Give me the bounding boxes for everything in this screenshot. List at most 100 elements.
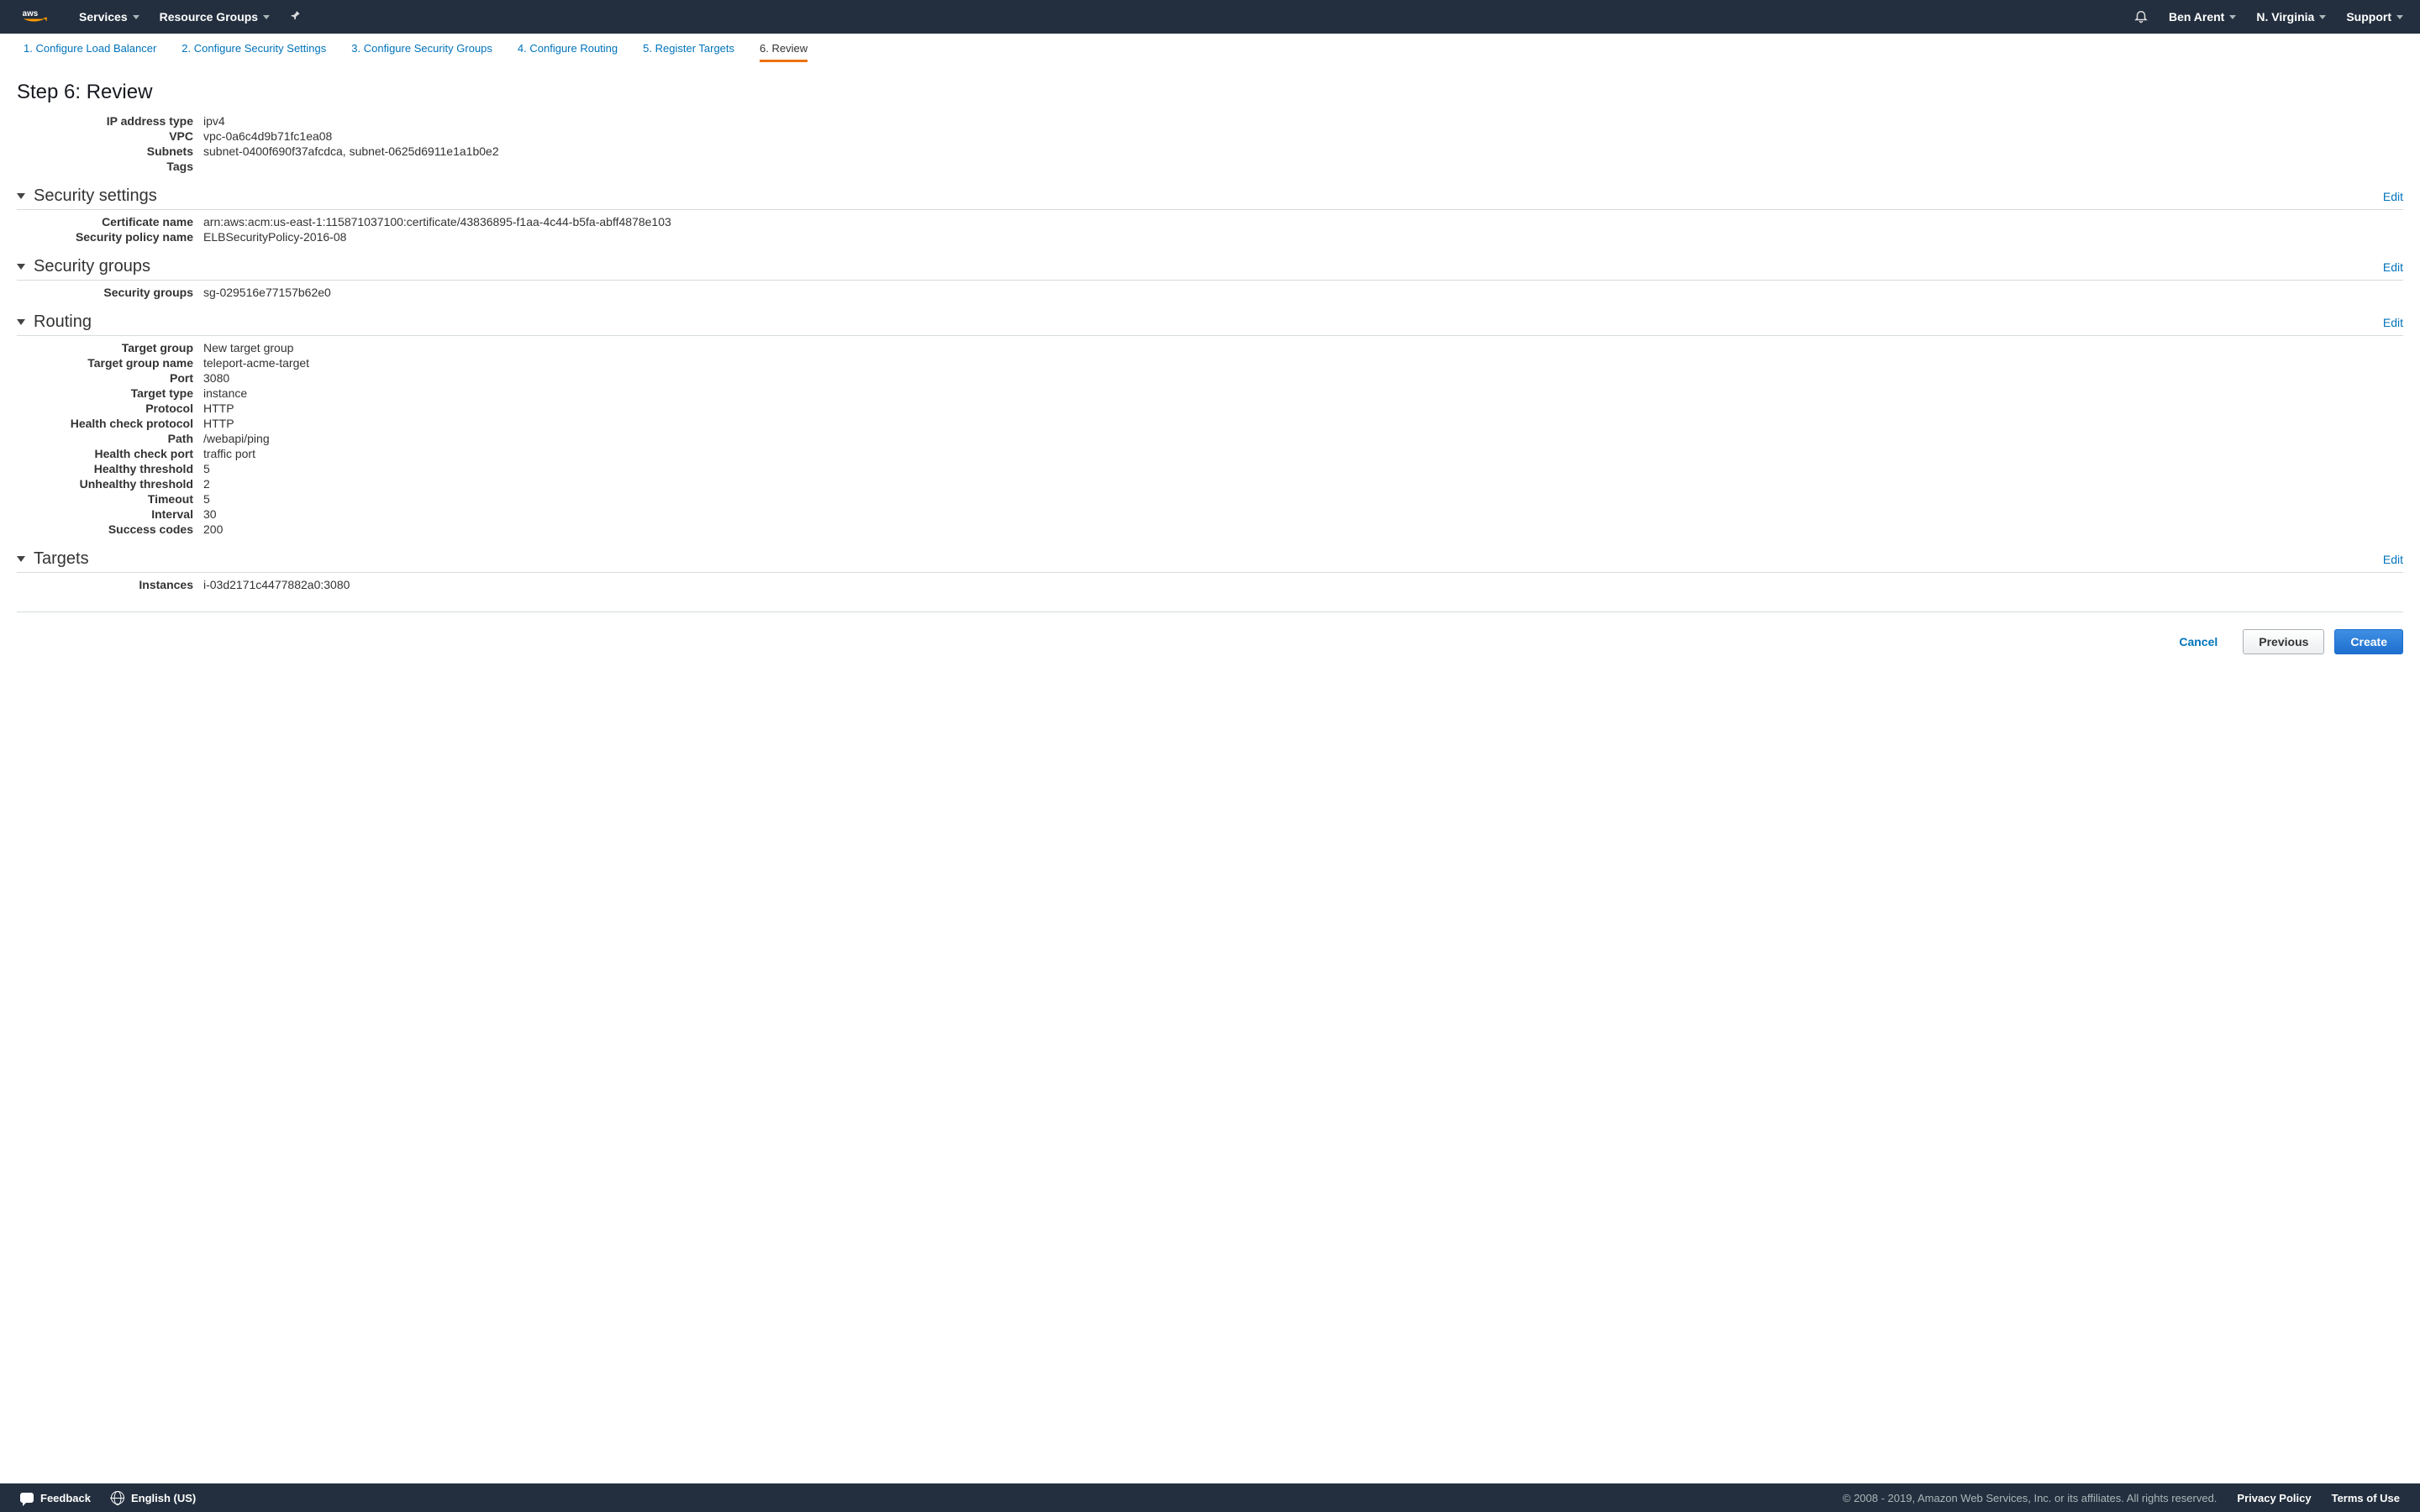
basic-config: IP address type ipv4 VPC vpc-0a6c4d9b71f… [17, 109, 2403, 173]
interval-label: Interval [17, 507, 197, 521]
cancel-button[interactable]: Cancel [2164, 629, 2233, 654]
step-1[interactable]: 1. Configure Load Balancer [24, 42, 156, 62]
step-5[interactable]: 5. Register Targets [643, 42, 734, 62]
step-2[interactable]: 2. Configure Security Settings [182, 42, 326, 62]
caret-down-icon [2319, 15, 2326, 19]
health-check-port-value: traffic port [203, 447, 2403, 460]
security-groups-label: Security groups [17, 286, 197, 299]
healthy-threshold-label: Healthy threshold [17, 462, 197, 475]
target-group-name-label: Target group name [17, 356, 197, 370]
section-title: Security groups [34, 257, 150, 276]
nav-region[interactable]: N. Virginia [2256, 10, 2326, 24]
path-value: /webapi/ping [203, 432, 2403, 445]
tags-label: Tags [17, 160, 197, 173]
caret-down-icon [2229, 15, 2236, 19]
section-targets: Targets Edit Instances i-03d2171c4477882… [17, 549, 2403, 591]
healthy-threshold-value: 5 [203, 462, 2403, 475]
vpc-value: vpc-0a6c4d9b71fc1ea08 [203, 129, 2403, 143]
step-4[interactable]: 4. Configure Routing [518, 42, 618, 62]
section-header-routing[interactable]: Routing Edit [17, 312, 2403, 336]
ip-address-type-value: ipv4 [203, 114, 2403, 128]
wizard-actions: Cancel Previous Create [17, 612, 2403, 654]
speech-bubble-icon [20, 1493, 34, 1503]
copyright-text: © 2008 - 2019, Amazon Web Services, Inc.… [1843, 1492, 2217, 1504]
nav-support-label: Support [2346, 10, 2391, 24]
privacy-policy-link[interactable]: Privacy Policy [2237, 1492, 2311, 1504]
tags-value [203, 160, 2403, 173]
feedback-label: Feedback [40, 1492, 91, 1504]
health-check-port-label: Health check port [17, 447, 197, 460]
edit-routing-link[interactable]: Edit [2383, 316, 2403, 329]
globe-icon [111, 1491, 124, 1504]
section-security-settings: Security settings Edit Certificate name … [17, 186, 2403, 244]
language-label: English (US) [131, 1492, 196, 1504]
instances-value: i-03d2171c4477882a0:3080 [203, 578, 2403, 591]
pin-icon[interactable] [290, 10, 302, 24]
nav-region-label: N. Virginia [2256, 10, 2314, 24]
instances-label: Instances [17, 578, 197, 591]
ip-address-type-label: IP address type [17, 114, 197, 128]
section-title: Security settings [34, 186, 157, 206]
nav-support[interactable]: Support [2346, 10, 2403, 24]
nav-user-label: Ben Arent [2169, 10, 2224, 24]
certificate-name-value: arn:aws:acm:us-east-1:115871037100:certi… [203, 215, 2403, 228]
section-header-security-groups[interactable]: Security groups Edit [17, 257, 2403, 281]
section-title: Routing [34, 312, 92, 332]
edit-security-groups-link[interactable]: Edit [2383, 260, 2403, 274]
path-label: Path [17, 432, 197, 445]
section-header-security-settings[interactable]: Security settings Edit [17, 186, 2403, 210]
collapse-icon [17, 193, 25, 199]
nav-resource-groups-label: Resource Groups [160, 10, 258, 24]
protocol-value: HTTP [203, 402, 2403, 415]
caret-down-icon [263, 15, 270, 19]
subnets-label: Subnets [17, 144, 197, 158]
subnets-value: subnet-0400f690f37afcdca, subnet-0625d69… [203, 144, 2403, 158]
footer: Feedback English (US) © 2008 - 2019, Ama… [0, 1483, 2420, 1512]
page-title: Step 6: Review [17, 81, 2403, 104]
certificate-name-label: Certificate name [17, 215, 197, 228]
nav-services[interactable]: Services [79, 10, 139, 24]
protocol-label: Protocol [17, 402, 197, 415]
port-label: Port [17, 371, 197, 385]
security-policy-name-label: Security policy name [17, 230, 197, 244]
port-value: 3080 [203, 371, 2403, 385]
section-header-targets[interactable]: Targets Edit [17, 549, 2403, 573]
target-type-value: instance [203, 386, 2403, 400]
nav-user[interactable]: Ben Arent [2169, 10, 2236, 24]
health-check-protocol-value: HTTP [203, 417, 2403, 430]
language-selector[interactable]: English (US) [111, 1491, 196, 1504]
terms-of-use-link[interactable]: Terms of Use [2332, 1492, 2400, 1504]
target-group-label: Target group [17, 341, 197, 354]
nav-resource-groups[interactable]: Resource Groups [160, 10, 270, 24]
caret-down-icon [133, 15, 139, 19]
previous-button[interactable]: Previous [2243, 629, 2324, 654]
unhealthy-threshold-value: 2 [203, 477, 2403, 491]
notifications-icon[interactable] [2133, 8, 2149, 26]
step-6[interactable]: 6. Review [760, 42, 808, 62]
collapse-icon [17, 264, 25, 270]
edit-targets-link[interactable]: Edit [2383, 553, 2403, 566]
feedback-link[interactable]: Feedback [20, 1492, 91, 1504]
edit-security-settings-link[interactable]: Edit [2383, 190, 2403, 203]
wizard-steps: 1. Configure Load Balancer 2. Configure … [0, 34, 2420, 62]
collapse-icon [17, 319, 25, 325]
target-type-label: Target type [17, 386, 197, 400]
aws-logo[interactable]: aws [17, 0, 59, 34]
vpc-label: VPC [17, 129, 197, 143]
nav-services-label: Services [79, 10, 128, 24]
unhealthy-threshold-label: Unhealthy threshold [17, 477, 197, 491]
create-button[interactable]: Create [2334, 629, 2403, 654]
section-title: Targets [34, 549, 89, 569]
section-security-groups: Security groups Edit Security groups sg-… [17, 257, 2403, 299]
section-routing: Routing Edit Target group New target gro… [17, 312, 2403, 536]
success-codes-label: Success codes [17, 522, 197, 536]
success-codes-value: 200 [203, 522, 2403, 536]
security-groups-value: sg-029516e77157b62e0 [203, 286, 2403, 299]
security-policy-name-value: ELBSecurityPolicy-2016-08 [203, 230, 2403, 244]
target-group-name-value: teleport-acme-target [203, 356, 2403, 370]
step-3[interactable]: 3. Configure Security Groups [351, 42, 492, 62]
interval-value: 30 [203, 507, 2403, 521]
top-nav: aws Services Resource Groups Ben Arent N… [0, 0, 2420, 34]
collapse-icon [17, 556, 25, 562]
page-content: Step 6: Review IP address type ipv4 VPC … [0, 62, 2420, 688]
